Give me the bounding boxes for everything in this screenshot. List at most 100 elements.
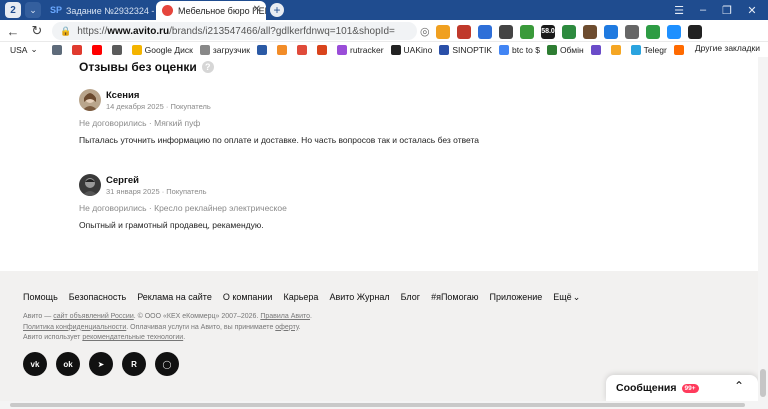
vertical-scroll-thumb[interactable]	[760, 369, 766, 397]
footer-link[interactable]: О компании	[223, 292, 273, 303]
url-scheme: https://	[77, 25, 108, 37]
footer-link[interactable]: Безопасность	[69, 292, 126, 303]
url-path: /brands/i213547466/all?gdlkerfdnwq=101&s…	[169, 25, 395, 37]
address-bar-row: ← ↻ 🔒 https:// www.avito.ru /brands/i213…	[0, 20, 768, 42]
footer-link[interactable]: Карьера	[283, 292, 318, 303]
plane-ext-icon[interactable]	[478, 24, 492, 39]
footer-link[interactable]: Авито Журнал	[329, 292, 389, 303]
bookmark-item[interactable]: USA ⌄	[10, 44, 38, 55]
chevron-down-icon[interactable]: ⌄	[573, 292, 581, 303]
bookmark-item[interactable]	[71, 44, 85, 55]
bookmark-item[interactable]	[316, 44, 330, 55]
box-ext-icon[interactable]	[583, 24, 597, 39]
social-links: vk ok ➤ R ◯	[23, 352, 179, 376]
bookmark-item[interactable]: btc to $	[499, 44, 540, 55]
bookmark-item[interactable]	[276, 44, 290, 55]
review-text: Опытный и грамотный продавец, рекамендую…	[79, 220, 264, 230]
link-offer[interactable]: оферту	[275, 324, 298, 331]
other-bookmarks[interactable]: Другие закладки	[695, 43, 760, 53]
review-deal: Не договорились · Кресло реклайнер элект…	[79, 203, 287, 213]
menu-hamburger-icon[interactable]: ☰	[667, 0, 691, 20]
puzzle-ext-icon[interactable]	[625, 24, 639, 39]
tab-close-icon[interactable]: ✕	[253, 4, 261, 15]
bookmark-item[interactable]	[111, 44, 125, 55]
dark-ext-icon[interactable]	[688, 24, 702, 39]
back-arrow-icon[interactable]: ←	[5, 23, 21, 39]
bookmark-item[interactable]: UAKino	[390, 44, 432, 55]
arrow-ext-icon[interactable]	[646, 24, 660, 39]
bookmark-item[interactable]: загрузчик	[199, 44, 250, 55]
telegram-icon[interactable]: ➤	[89, 352, 113, 376]
review-meta: 14 декабря 2025 · Покупатель	[106, 102, 211, 111]
bookmark-label: rutracker	[349, 44, 384, 55]
reviewer-name[interactable]: Сергей	[106, 175, 139, 186]
messages-widget[interactable]: Сообщения 99+ ⌃	[606, 375, 758, 401]
legal-text: .	[183, 334, 186, 341]
footer-link[interactable]: Помощь	[23, 292, 58, 303]
bookmark-label: загрузчик	[212, 44, 250, 55]
tab-label: Задание №2932324 - про	[66, 5, 156, 16]
vertical-scrollbar[interactable]	[758, 57, 768, 401]
question-icon[interactable]: ?	[201, 61, 214, 73]
bookmark-item[interactable]: Google Диск	[131, 44, 193, 55]
bookmark-label: SINOPTIK	[452, 44, 493, 55]
lock-icon: 🔒	[60, 25, 72, 36]
footer-link[interactable]: Реклама на сайте	[137, 292, 212, 303]
bookmark-favicon-icon	[439, 44, 450, 55]
section-title-text: Отзывы без оценки	[79, 60, 197, 74]
s-ext-icon[interactable]	[667, 24, 681, 39]
tab-mebelnoe-buro[interactable]: Мебельное бюро ПЕРЕ ✕	[156, 1, 266, 20]
bookmark-item[interactable]	[673, 44, 687, 55]
bookmark-item[interactable]: rutracker	[336, 44, 384, 55]
close-window-icon[interactable]: ✕	[740, 0, 764, 20]
review-deal: Не договорились · Мягкий пуф	[79, 118, 201, 128]
red-ext-icon[interactable]	[457, 24, 471, 39]
reload-icon[interactable]: ↻	[29, 23, 45, 39]
minimize-icon[interactable]: –	[691, 0, 715, 20]
ltc-ext-icon[interactable]: 58.0	[541, 24, 555, 39]
bookmarks-bar: USA ⌄ Google Диск загрузчик rutracker UAKino S…	[0, 42, 768, 57]
footer-link[interactable]: Блог	[401, 292, 420, 303]
bookmark-item[interactable]	[296, 44, 310, 55]
bookmark-item[interactable]	[610, 44, 624, 55]
tab-count-badge[interactable]: 2	[5, 2, 21, 18]
footer-link[interactable]: Ещё	[553, 292, 571, 303]
chart-ext-icon[interactable]	[520, 24, 534, 39]
bookmark-favicon-icon	[71, 44, 82, 55]
bookmark-favicon-icon	[256, 44, 267, 55]
bookmark-item[interactable]: SINOPTIK	[439, 44, 493, 55]
bookmark-item[interactable]	[590, 44, 604, 55]
site-info-icon[interactable]: ◎	[420, 25, 430, 38]
reviewer-name[interactable]: Ксения	[106, 90, 139, 101]
tab-zadanie[interactable]: SP Задание №2932324 - про	[46, 1, 156, 20]
bookmark-label: Google Диск	[144, 44, 193, 55]
shield-ext-icon[interactable]	[436, 24, 450, 39]
vk-icon[interactable]: vk	[23, 352, 47, 376]
bookmark-item[interactable]	[51, 44, 65, 55]
new-tab-plus-icon[interactable]: +	[270, 3, 284, 17]
link-recommendation-tech[interactable]: рекомендательные технологии	[82, 334, 183, 341]
browser-tab-bar: 2 ⌄ SP Задание №2932324 - про Мебельное …	[0, 0, 768, 20]
bookmark-item[interactable]: Telegr	[630, 44, 667, 55]
rutube-icon[interactable]: R	[122, 352, 146, 376]
chevron-up-icon[interactable]: ⌃	[734, 379, 744, 393]
tab-list-chevron-icon[interactable]: ⌄	[25, 2, 41, 18]
link-rules[interactable]: Правила Авито	[260, 313, 310, 320]
bookmark-item[interactable]	[91, 44, 105, 55]
ok-icon[interactable]: ok	[56, 352, 80, 376]
horizontal-scroll-thumb[interactable]	[10, 403, 745, 407]
block-ext-icon[interactable]	[562, 24, 576, 39]
chat-icon[interactable]: ◯	[155, 352, 179, 376]
footer-link[interactable]: #яПомогаю	[431, 292, 478, 303]
bookmark-item[interactable]	[256, 44, 270, 55]
bookmark-item[interactable]: Обмін	[546, 44, 584, 55]
footer-link[interactable]: Приложение	[489, 292, 542, 303]
wallet-ext-icon[interactable]	[499, 24, 513, 39]
horizontal-scrollbar[interactable]	[0, 401, 768, 409]
link-classifieds[interactable]: сайт объявлений России	[53, 313, 134, 320]
link-privacy[interactable]: Политика конфиденциальности	[23, 324, 126, 331]
url-input[interactable]: 🔒 https:// www.avito.ru /brands/i2135474…	[52, 22, 417, 40]
maximize-icon[interactable]: ❐	[715, 0, 739, 20]
download-ext-icon[interactable]	[604, 24, 618, 39]
bookmark-favicon-icon	[51, 44, 62, 55]
